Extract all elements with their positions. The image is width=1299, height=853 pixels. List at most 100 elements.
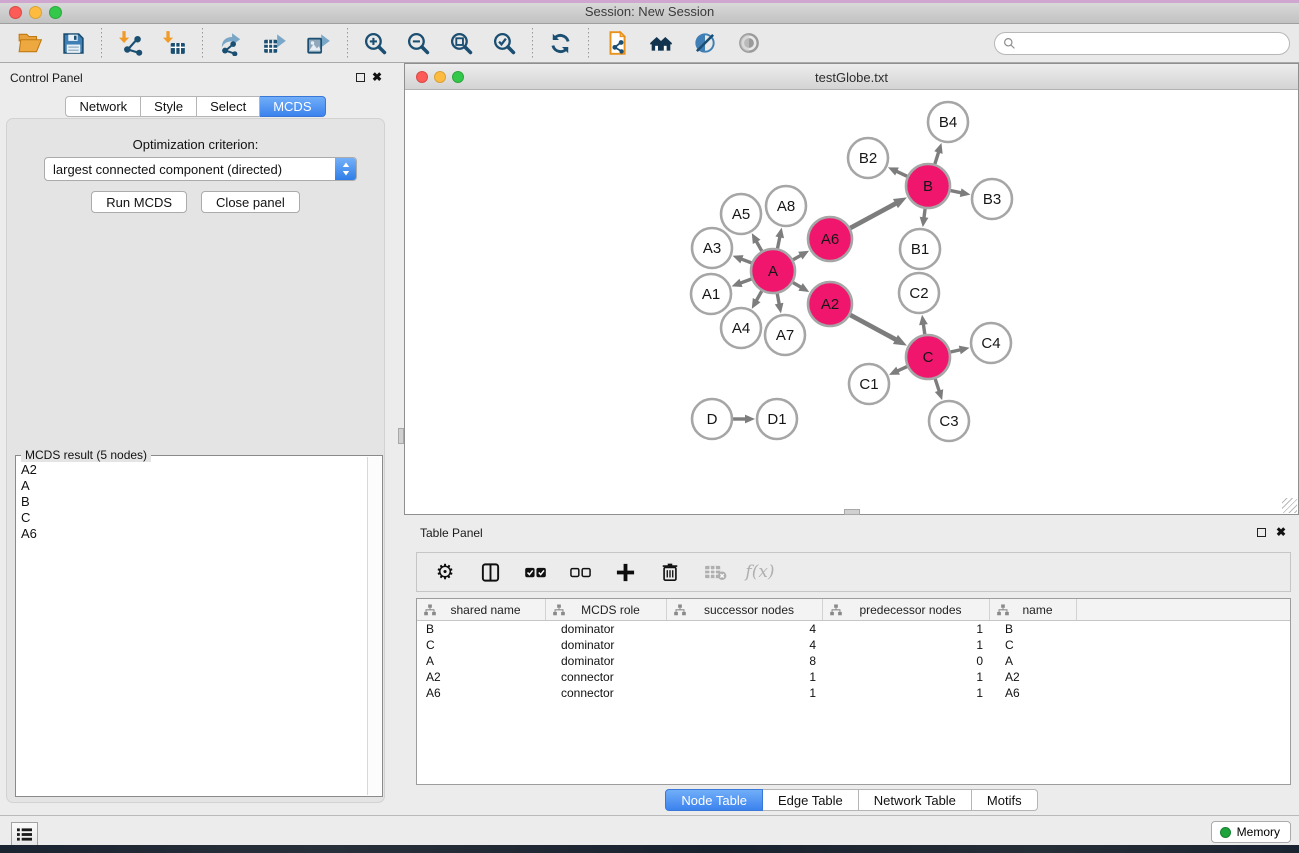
graph-node-label: A2 xyxy=(821,296,839,313)
show-details-icon xyxy=(736,30,762,56)
table-cell: 0 xyxy=(823,654,990,668)
run-mcds-button[interactable]: Run MCDS xyxy=(91,191,187,213)
columns-icon xyxy=(480,562,501,583)
column-header-successor-nodes[interactable]: successor nodes xyxy=(667,599,823,620)
network-canvas[interactable]: B4B2BB3A8A5A6B1A3AA1C2A2A4A7C4CC1C3DD1 xyxy=(405,90,1298,514)
search-box[interactable] xyxy=(994,32,1290,55)
edge-B-B4[interactable] xyxy=(935,151,939,164)
edge-arrowhead xyxy=(959,346,970,355)
table-row[interactable]: Adominator80A xyxy=(417,653,1290,669)
home-button[interactable] xyxy=(640,28,682,58)
add-button[interactable] xyxy=(607,556,643,588)
graph-node-label: A7 xyxy=(776,327,794,344)
toolbar-separator xyxy=(347,28,348,58)
delete-icon xyxy=(660,562,680,582)
table-row[interactable]: Bdominator41B xyxy=(417,621,1290,637)
vertical-splitter-handle[interactable] xyxy=(398,428,404,444)
result-item[interactable]: A2 xyxy=(21,462,366,478)
edge-A6-B[interactable] xyxy=(850,203,897,228)
table-cell: A2 xyxy=(990,670,1077,684)
tab-motifs[interactable]: Motifs xyxy=(972,789,1038,811)
close-icon[interactable]: ✖ xyxy=(1276,525,1286,539)
hide-details-button[interactable] xyxy=(684,28,726,58)
edge-A2-C[interactable] xyxy=(850,315,897,340)
table-cell: 1 xyxy=(667,686,823,700)
statusbar: Memory xyxy=(0,815,1299,845)
zoom-out-icon xyxy=(406,31,431,56)
table-cell: 8 xyxy=(667,654,823,668)
edge-arrowhead xyxy=(919,315,928,326)
zoom-out-button[interactable] xyxy=(398,29,439,58)
memory-button[interactable]: Memory xyxy=(1211,821,1291,843)
result-item[interactable]: B xyxy=(21,494,366,510)
edge-C-C3[interactable] xyxy=(935,379,939,393)
table-cell: C xyxy=(417,638,546,652)
table-cell: 1 xyxy=(823,686,990,700)
import-network-button[interactable] xyxy=(109,28,151,58)
tab-node-table[interactable]: Node Table xyxy=(665,789,763,811)
gear-button[interactable]: ⚙ xyxy=(427,556,463,588)
edge-arrowhead xyxy=(935,389,943,400)
delete-button[interactable] xyxy=(652,556,688,588)
result-item[interactable]: A6 xyxy=(21,526,366,542)
table-cell: C xyxy=(990,638,1077,652)
table-cell: A2 xyxy=(417,670,546,684)
close-icon[interactable]: ✖ xyxy=(372,70,382,84)
zoom-fit-button[interactable] xyxy=(441,29,482,58)
export-network-button[interactable] xyxy=(210,28,252,58)
search-icon xyxy=(1003,37,1016,50)
select-stepper-icon xyxy=(335,158,356,180)
select-all-button[interactable] xyxy=(517,556,553,588)
edge-arrowhead xyxy=(934,143,942,154)
zoom-in-icon xyxy=(363,31,388,56)
network-window-titlebar[interactable]: testGlobe.txt xyxy=(405,64,1298,90)
float-icon[interactable] xyxy=(356,73,365,82)
import-table-button[interactable] xyxy=(153,28,195,58)
result-item[interactable]: C xyxy=(21,510,366,526)
criterion-value: largest connected component (directed) xyxy=(45,162,335,177)
tab-edge-table[interactable]: Edge Table xyxy=(763,789,859,811)
table-panel-title: Table Panel xyxy=(420,526,483,540)
horizontal-splitter-handle[interactable] xyxy=(844,509,860,515)
table-row[interactable]: A2connector11A2 xyxy=(417,669,1290,685)
column-header-shared-name[interactable]: shared name xyxy=(417,599,546,620)
table-header-row: shared nameMCDS rolesuccessor nodesprede… xyxy=(417,599,1290,621)
zoom-in-button[interactable] xyxy=(355,29,396,58)
export-image-button[interactable] xyxy=(298,28,340,58)
tab-mcds[interactable]: MCDS xyxy=(260,96,325,117)
graph-node-label: A xyxy=(768,263,778,280)
save-session-button[interactable] xyxy=(53,29,94,58)
table-cell: connector xyxy=(546,670,667,684)
close-panel-button[interactable]: Close panel xyxy=(201,191,300,213)
result-scrollbar[interactable] xyxy=(367,457,381,795)
column-header-name[interactable]: name xyxy=(990,599,1077,620)
unselect-all-button[interactable] xyxy=(562,556,598,588)
export-table-button[interactable] xyxy=(254,28,296,58)
float-icon[interactable] xyxy=(1257,528,1266,537)
mcds-result-list: A2ABCA6 xyxy=(17,462,366,794)
columns-button[interactable] xyxy=(472,556,508,588)
zoom-selected-button[interactable] xyxy=(484,29,525,58)
tab-network-table[interactable]: Network Table xyxy=(859,789,972,811)
result-item[interactable]: A xyxy=(21,478,366,494)
tab-style[interactable]: Style xyxy=(141,96,197,117)
search-input[interactable] xyxy=(1021,35,1281,51)
graph-node-label: B1 xyxy=(911,241,929,258)
graph-node-label: A5 xyxy=(732,206,750,223)
table-cell: A6 xyxy=(990,686,1077,700)
refresh-button[interactable] xyxy=(540,29,581,58)
table-row[interactable]: Cdominator41C xyxy=(417,637,1290,653)
column-header-MCDS-role[interactable]: MCDS role xyxy=(546,599,667,620)
open-session-button[interactable] xyxy=(9,28,51,58)
show-details-button[interactable] xyxy=(728,28,770,58)
desktop-wallpaper-strip xyxy=(0,845,1299,853)
tab-network[interactable]: Network xyxy=(65,96,141,117)
tab-select[interactable]: Select xyxy=(197,96,260,117)
network-from-file-button[interactable] xyxy=(596,28,638,58)
criterion-select[interactable]: largest connected component (directed) xyxy=(44,157,357,181)
resize-grip[interactable] xyxy=(1282,498,1297,513)
network-graph[interactable]: B4B2BB3A8A5A6B1A3AA1C2A2A4A7C4CC1C3DD1 xyxy=(405,90,1298,514)
task-history-button[interactable] xyxy=(11,822,38,846)
table-row[interactable]: A6connector11A6 xyxy=(417,685,1290,701)
column-header-predecessor-nodes[interactable]: predecessor nodes xyxy=(823,599,990,620)
